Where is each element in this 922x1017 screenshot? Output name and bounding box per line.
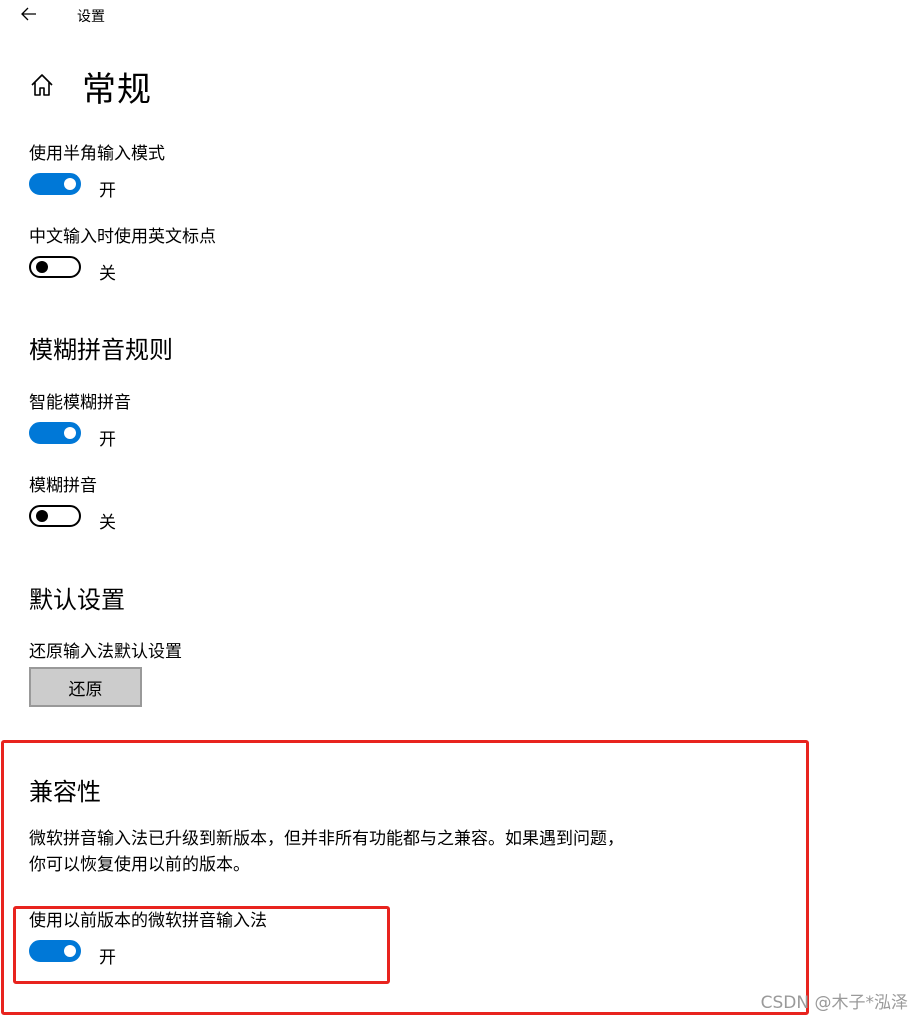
arrow-left-icon (21, 7, 36, 21)
smart-fuzzy-state: 开 (99, 430, 116, 450)
english-punct-state: 关 (99, 264, 116, 284)
fuzzy-pinyin-state: 关 (99, 513, 116, 533)
compat-description: 微软拼音输入法已升级到新版本，但并非所有功能都与之兼容。如果遇到问题，你可以恢复… (29, 829, 624, 875)
toggle-knob (64, 945, 76, 957)
defaults-section-title: 默认设置 (29, 586, 125, 614)
half-width-label: 使用半角输入模式 (29, 144, 165, 164)
compat-section-title: 兼容性 (29, 778, 101, 806)
restore-button[interactable]: 还原 (29, 667, 142, 707)
toggle-knob (64, 178, 76, 190)
home-icon[interactable] (28, 71, 56, 99)
smart-fuzzy-toggle[interactable] (29, 422, 81, 444)
toggle-knob (36, 510, 48, 522)
window-title: 设置 (77, 9, 105, 25)
previous-version-toggle[interactable] (29, 940, 81, 962)
toggle-knob (64, 427, 76, 439)
page-title: 常规 (82, 70, 152, 110)
previous-version-state: 开 (99, 948, 116, 968)
restore-label: 还原输入法默认设置 (29, 642, 182, 662)
fuzzy-pinyin-label: 模糊拼音 (29, 476, 97, 496)
half-width-toggle[interactable] (29, 173, 81, 195)
fuzzy-pinyin-toggle[interactable] (29, 505, 81, 527)
watermark: CSDN @木子*泓泽 (760, 993, 908, 1013)
back-button[interactable] (14, 0, 44, 28)
half-width-state: 开 (99, 181, 116, 201)
toggle-knob (36, 261, 48, 273)
english-punct-toggle[interactable] (29, 256, 81, 278)
smart-fuzzy-label: 智能模糊拼音 (29, 393, 131, 413)
english-punct-label: 中文输入时使用英文标点 (29, 227, 216, 247)
previous-version-label: 使用以前版本的微软拼音输入法 (29, 911, 267, 931)
fuzzy-section-title: 模糊拼音规则 (29, 336, 173, 364)
